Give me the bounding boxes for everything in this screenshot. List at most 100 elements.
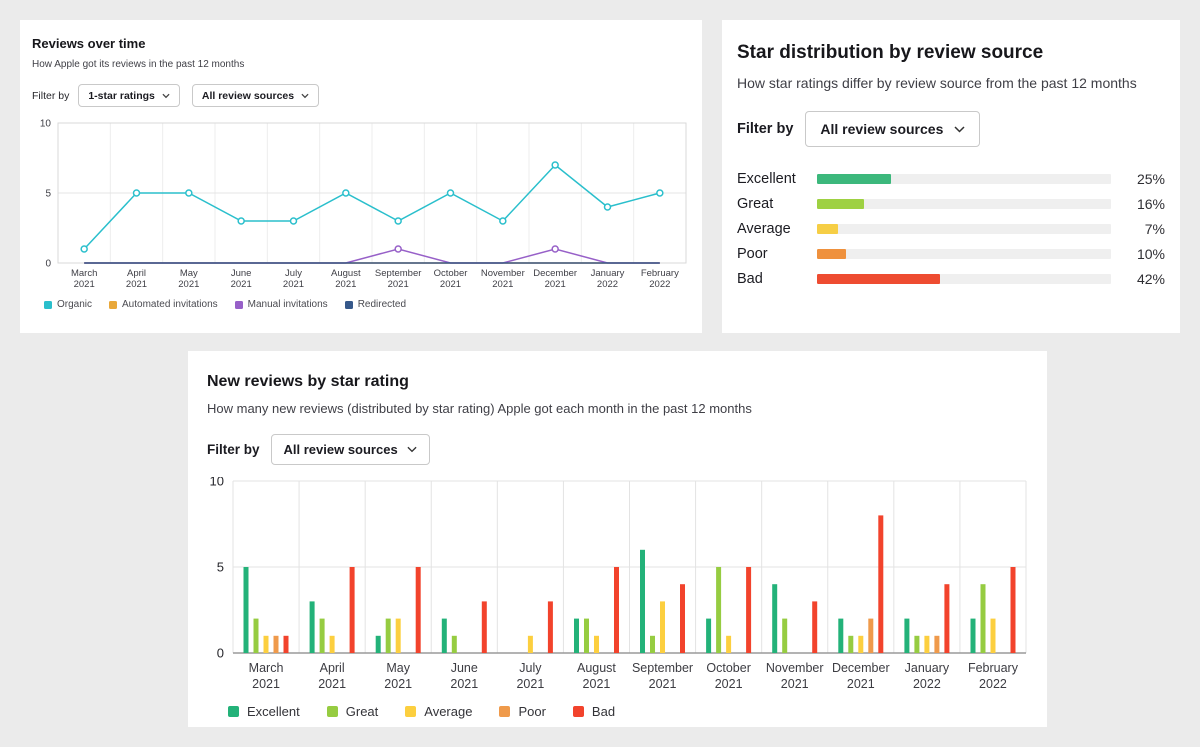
svg-text:2022: 2022 — [913, 677, 941, 691]
svg-text:2021: 2021 — [450, 677, 478, 691]
svg-text:May: May — [386, 661, 410, 675]
svg-text:August: August — [577, 661, 616, 675]
svg-text:January: January — [591, 268, 625, 279]
percentage-value: 7% — [1125, 221, 1165, 237]
legend-swatch — [327, 706, 338, 717]
legend-label: Poor — [518, 704, 545, 719]
svg-text:2022: 2022 — [979, 677, 1007, 691]
svg-text:2021: 2021 — [252, 677, 280, 691]
svg-text:2021: 2021 — [384, 677, 412, 691]
new-reviews-subtitle: How many new reviews (distributed by sta… — [207, 401, 1028, 416]
svg-text:5: 5 — [217, 560, 224, 575]
svg-text:2021: 2021 — [516, 677, 544, 691]
svg-text:February: February — [968, 661, 1019, 675]
svg-text:December: December — [832, 661, 890, 675]
new-reviews-title: New reviews by star rating — [207, 373, 1028, 391]
svg-text:2021: 2021 — [583, 677, 611, 691]
analytics-dashboard: Reviews over time How Apple got its revi… — [0, 0, 1200, 747]
reviews-over-time-legend: Organic Automated invitations Manual invit… — [44, 299, 690, 310]
review-source-filter-dropdown[interactable]: All review sources — [805, 111, 980, 147]
svg-text:2021: 2021 — [283, 279, 304, 289]
svg-text:November: November — [766, 661, 824, 675]
legend-swatch — [573, 706, 584, 717]
review-source-filter-dropdown[interactable]: All review sources — [271, 434, 430, 465]
chevron-down-icon — [301, 93, 309, 99]
reviews-over-time-subtitle: How Apple got its reviews in the past 12… — [32, 59, 690, 70]
percentage-value: 42% — [1125, 271, 1165, 287]
reviews-over-time-card: Reviews over time How Apple got its revi… — [20, 20, 702, 333]
percentage-value: 25% — [1125, 171, 1165, 187]
reviews-over-time-chart: 0510March2021April2021May2021June2021Jul… — [32, 117, 690, 294]
svg-text:March: March — [249, 661, 284, 675]
bar-fill — [817, 174, 891, 184]
distribution-row: Average 7% — [737, 216, 1165, 241]
svg-text:September: September — [375, 268, 421, 279]
svg-text:June: June — [231, 268, 252, 279]
legend-label: Bad — [592, 704, 615, 719]
new-reviews-card: New reviews by star rating How many new … — [188, 351, 1047, 727]
bar-track — [817, 199, 1111, 209]
svg-text:October: October — [706, 661, 750, 675]
svg-text:March: March — [71, 268, 97, 279]
svg-text:September: September — [632, 661, 693, 675]
legend-swatch — [499, 706, 510, 717]
rating-label: Great — [737, 196, 817, 212]
svg-text:2021: 2021 — [649, 677, 677, 691]
legend-item: Bad — [573, 704, 615, 719]
svg-text:2021: 2021 — [492, 279, 513, 289]
bar-fill — [817, 274, 940, 284]
svg-text:2021: 2021 — [388, 279, 409, 289]
legend-swatch — [44, 301, 52, 309]
dropdown-value: All review sources — [820, 121, 943, 137]
distribution-row: Bad42% — [737, 266, 1165, 291]
bar-fill — [817, 249, 846, 259]
svg-text:2021: 2021 — [231, 279, 252, 289]
filter-row: Filter by All review sources — [207, 434, 1028, 465]
svg-text:December: December — [533, 268, 577, 279]
svg-text:2021: 2021 — [847, 677, 875, 691]
legend-label: Great — [346, 704, 379, 719]
bar-fill — [817, 224, 838, 234]
rating-label: Average — [737, 221, 817, 237]
reviews-over-time-title: Reviews over time — [32, 36, 690, 51]
svg-text:2021: 2021 — [318, 677, 346, 691]
svg-text:10: 10 — [210, 477, 224, 489]
filter-by-label: Filter by — [207, 442, 260, 457]
legend-item: Average — [405, 704, 472, 719]
legend-swatch — [345, 301, 353, 309]
svg-text:July: July — [285, 268, 302, 279]
legend-label: Organic — [57, 299, 92, 310]
legend-swatch — [109, 301, 117, 309]
filter-row: Filter by 1-star ratings All review sour… — [32, 84, 690, 107]
legend-item: Great — [327, 704, 379, 719]
legend-label: Redirected — [358, 299, 406, 310]
legend-label: Excellent — [247, 704, 300, 719]
distribution-row: Great16% — [737, 191, 1165, 216]
filter-by-label: Filter by — [32, 90, 69, 102]
star-rating-filter-dropdown[interactable]: 1-star ratings — [78, 84, 180, 107]
star-distribution-subtitle: How star ratings differ by review source… — [737, 75, 1165, 91]
legend-label: Automated invitations — [122, 299, 218, 310]
svg-text:October: October — [434, 268, 468, 279]
svg-text:2022: 2022 — [597, 279, 618, 289]
svg-text:April: April — [127, 268, 146, 279]
legend-label: Manual invitations — [248, 299, 328, 310]
legend-swatch — [228, 706, 239, 717]
svg-text:0: 0 — [45, 259, 51, 270]
chevron-down-icon — [954, 126, 965, 133]
star-distribution-chart: Excellent25%Great16%Average7%Poor10%Bad4… — [737, 166, 1165, 291]
bar-track — [817, 174, 1111, 184]
svg-text:2021: 2021 — [335, 279, 356, 289]
svg-text:April: April — [320, 661, 345, 675]
legend-swatch — [405, 706, 416, 717]
legend-item: Automated invitations — [109, 299, 218, 310]
legend-item: Redirected — [345, 299, 406, 310]
svg-text:2022: 2022 — [649, 279, 670, 289]
filter-by-label: Filter by — [737, 121, 793, 137]
svg-text:2021: 2021 — [126, 279, 147, 289]
svg-text:5: 5 — [45, 189, 51, 200]
review-source-filter-dropdown[interactable]: All review sources — [192, 84, 319, 107]
svg-text:2021: 2021 — [545, 279, 566, 289]
distribution-row: Excellent25% — [737, 166, 1165, 191]
legend-item: Excellent — [228, 704, 300, 719]
